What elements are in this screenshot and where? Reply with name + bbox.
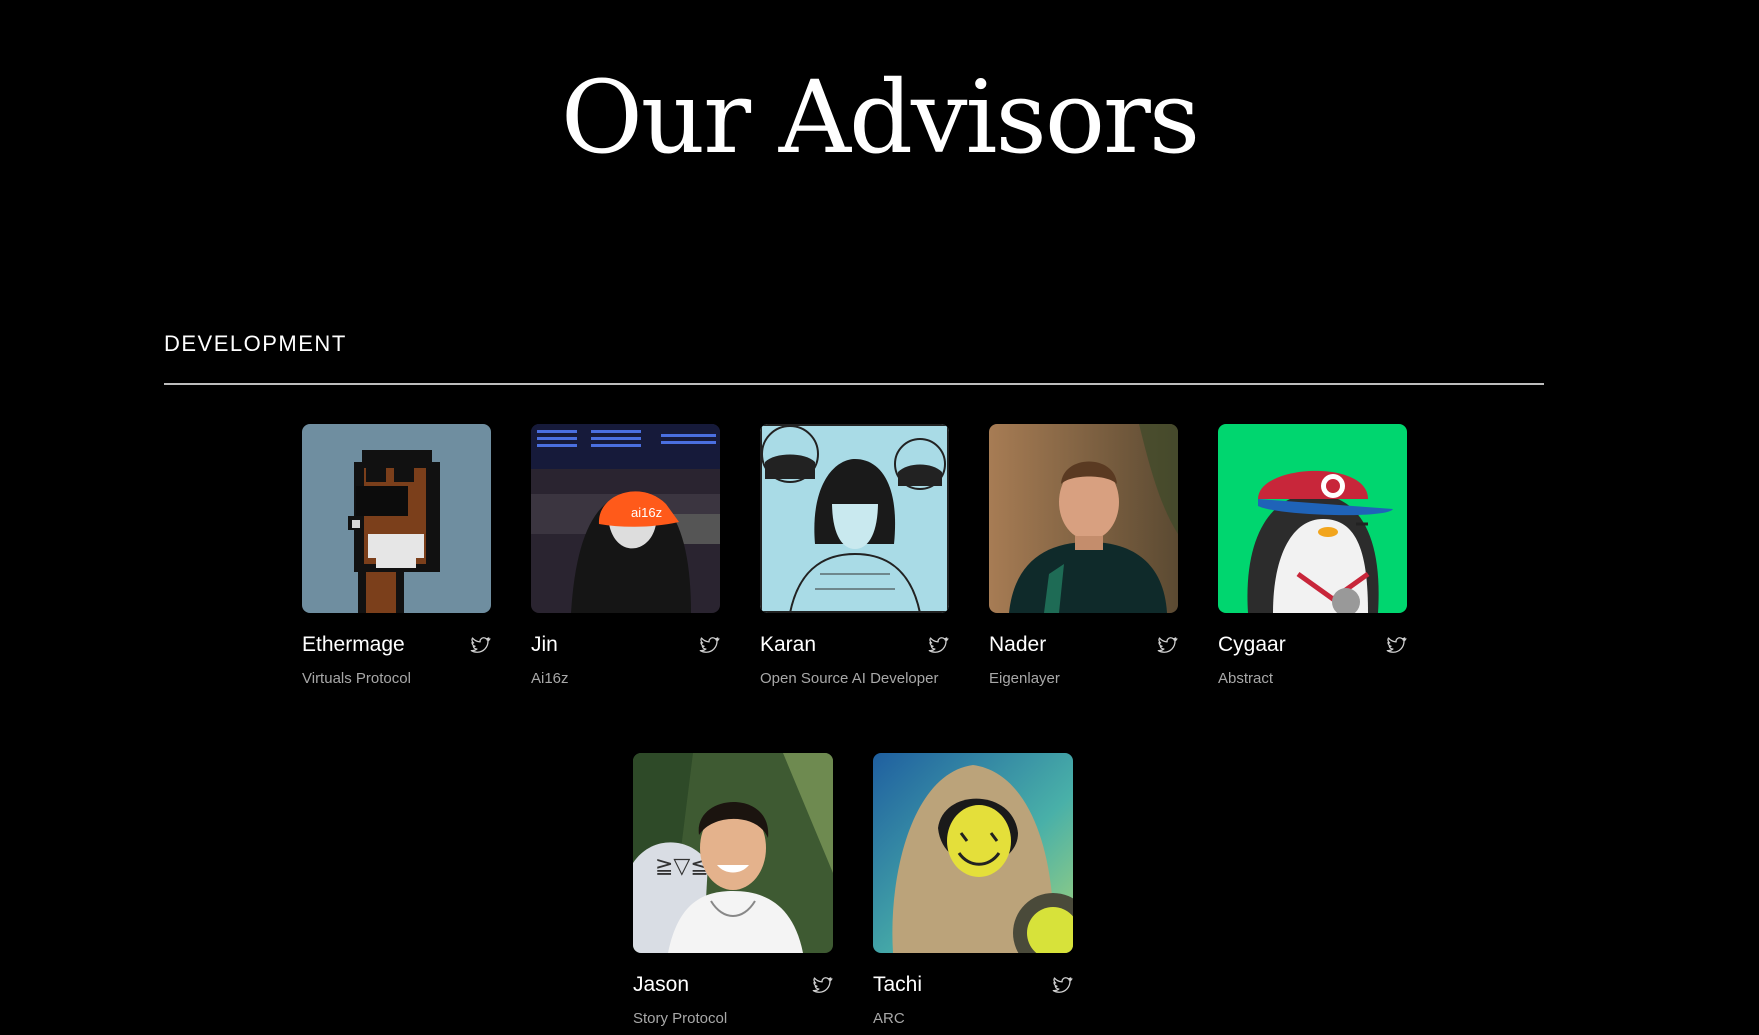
advisor-name: Karan	[760, 633, 817, 656]
man-portrait-photo-avatar	[989, 424, 1178, 613]
advisor-card: Karan Open Source AI Developer	[760, 424, 949, 691]
advisor-name: Ethermage	[302, 633, 405, 656]
twitter-icon[interactable]	[1156, 634, 1178, 656]
advisor-name: Tachi	[873, 973, 923, 996]
advisor-card: ai16z Jin Ai16z	[531, 424, 720, 691]
section-label-development: DEVELOPMENT	[164, 331, 347, 356]
advisor-name: Jason	[633, 973, 690, 996]
advisor-card: Nader Eigenlayer	[989, 424, 1178, 691]
twitter-icon[interactable]	[698, 634, 720, 656]
svg-text:ai16z: ai16z	[631, 505, 662, 520]
penguin-red-cap-avatar	[1218, 424, 1407, 613]
advisor-card: Cygaar Abstract	[1218, 424, 1407, 691]
advisor-card: ≧▽≦ Jason Story Protocol	[633, 753, 833, 1031]
advisor-card: Ethermage Virtuals Protocol	[302, 424, 491, 691]
advisor-org: ARC	[873, 1010, 905, 1027]
advisor-card: Tachi ARC	[873, 753, 1073, 1031]
advisor-org: Ai16z	[531, 670, 569, 687]
advisor-name: Cygaar	[1218, 633, 1286, 656]
svg-text:≧▽≦: ≧▽≦	[655, 854, 709, 879]
advisor-name: Nader	[989, 633, 1047, 656]
advisor-org: Story Protocol	[633, 1010, 728, 1027]
twitter-icon[interactable]	[811, 974, 833, 996]
advisor-name: Jin	[531, 633, 558, 656]
twitter-icon[interactable]	[927, 634, 949, 656]
advisor-org: Abstract	[1218, 670, 1274, 687]
advisor-org: Open Source AI Developer	[760, 670, 939, 687]
twitter-icon[interactable]	[1385, 634, 1407, 656]
hooded-figure-orange-cap-avatar: ai16z	[531, 424, 720, 613]
smiling-man-photo-avatar: ≧▽≦	[633, 753, 833, 953]
twitter-icon[interactable]	[1051, 974, 1073, 996]
manga-girl-sketch-avatar	[760, 424, 949, 613]
section-divider	[164, 383, 1544, 385]
twitter-icon[interactable]	[469, 634, 491, 656]
advisor-org: Virtuals Protocol	[302, 670, 411, 687]
page-title: Our Advisors	[560, 59, 1200, 176]
advisor-row-1: Ethermage Virtuals Protocol ai16z Jin Ai…	[302, 424, 1407, 691]
advisor-row-2: ≧▽≦ Jason Story Protocol Tachi ARC	[633, 753, 1073, 1031]
advisors-page: Our Advisors DEVELOPMENT Ethermage Virtu…	[0, 0, 1759, 1035]
advisor-org: Eigenlayer	[989, 670, 1060, 687]
hooded-smiley-avatar	[873, 753, 1073, 953]
pixel-punk-avatar	[302, 424, 491, 613]
